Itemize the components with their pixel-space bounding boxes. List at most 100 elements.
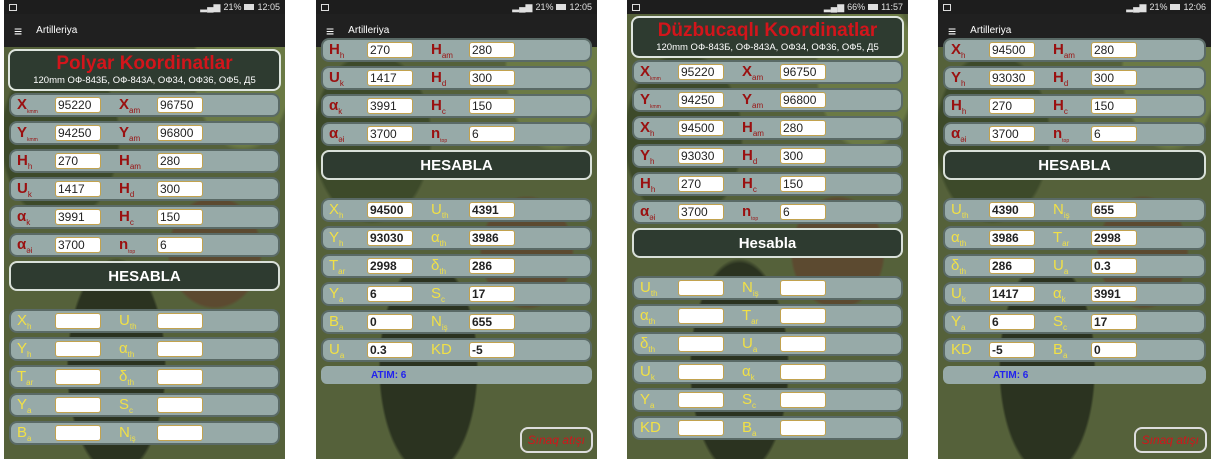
- value-input[interactable]: 3986: [989, 230, 1035, 246]
- value-input[interactable]: 300: [157, 181, 203, 197]
- value-input[interactable]: 280: [1091, 42, 1137, 58]
- calculate-button[interactable]: HESABLA: [9, 261, 280, 291]
- value-input[interactable]: 6: [1091, 126, 1137, 142]
- value-input[interactable]: [780, 336, 826, 352]
- value-input[interactable]: [157, 397, 203, 413]
- value-input[interactable]: 270: [989, 98, 1035, 114]
- value-input[interactable]: 655: [469, 314, 515, 330]
- test-shot-button[interactable]: Sınaq atışı: [519, 427, 593, 453]
- test-shot-button[interactable]: Sınaq atışı: [1133, 427, 1207, 453]
- value-input[interactable]: [780, 364, 826, 380]
- value-input[interactable]: 150: [1091, 98, 1137, 114]
- value-input[interactable]: 6: [367, 286, 413, 302]
- value-input[interactable]: 0: [367, 314, 413, 330]
- value-input[interactable]: -5: [469, 342, 515, 358]
- value-input[interactable]: 3700: [989, 126, 1035, 142]
- value-input[interactable]: 94500: [367, 202, 413, 218]
- value-input[interactable]: 270: [367, 42, 413, 58]
- value-input[interactable]: 1417: [367, 70, 413, 86]
- value-input[interactable]: 3700: [55, 237, 101, 253]
- input-row: Xh Uth: [9, 309, 280, 333]
- value-input[interactable]: 280: [780, 120, 826, 136]
- value-input[interactable]: 96800: [780, 92, 826, 108]
- value-input[interactable]: 2998: [367, 258, 413, 274]
- value-input[interactable]: [157, 341, 203, 357]
- value-input[interactable]: 94250: [55, 125, 101, 141]
- value-input[interactable]: 6: [469, 126, 515, 142]
- value-input[interactable]: 93030: [367, 230, 413, 246]
- value-input[interactable]: 0.3: [1091, 258, 1137, 274]
- value-input[interactable]: [55, 341, 101, 357]
- calculate-button[interactable]: HESABLA: [321, 150, 592, 180]
- value-input[interactable]: 300: [469, 70, 515, 86]
- value-input[interactable]: 3700: [678, 204, 724, 220]
- value-input[interactable]: 6: [989, 314, 1035, 330]
- value-input[interactable]: 93030: [989, 70, 1035, 86]
- value-input[interactable]: 300: [1091, 70, 1137, 86]
- value-input[interactable]: [678, 392, 724, 408]
- value-input[interactable]: 280: [469, 42, 515, 58]
- calculate-button[interactable]: HESABLA: [943, 150, 1206, 180]
- hamburger-menu-icon[interactable]: ≡: [326, 23, 334, 39]
- value-input[interactable]: 94250: [678, 92, 724, 108]
- value-input[interactable]: 3991: [367, 98, 413, 114]
- value-input[interactable]: 17: [469, 286, 515, 302]
- value-input[interactable]: 150: [469, 98, 515, 114]
- value-input[interactable]: 300: [780, 148, 826, 164]
- value-input[interactable]: 280: [157, 153, 203, 169]
- value-input[interactable]: [780, 420, 826, 436]
- value-input[interactable]: 95220: [678, 64, 724, 80]
- value-input[interactable]: [55, 369, 101, 385]
- value-input[interactable]: 96750: [157, 97, 203, 113]
- value-input[interactable]: [780, 280, 826, 296]
- value-input[interactable]: 655: [1091, 202, 1137, 218]
- value-input[interactable]: 3986: [469, 230, 515, 246]
- label-subscript: th: [129, 321, 137, 331]
- value-input[interactable]: 3991: [1091, 286, 1137, 302]
- value-input[interactable]: 6: [780, 204, 826, 220]
- value-input[interactable]: 270: [55, 153, 101, 169]
- label-subscript: h: [27, 349, 32, 359]
- value-input[interactable]: 6: [157, 237, 203, 253]
- value-input[interactable]: [55, 425, 101, 441]
- value-input[interactable]: 1417: [55, 181, 101, 197]
- value-input[interactable]: [157, 369, 203, 385]
- value-input[interactable]: [780, 308, 826, 324]
- value-input[interactable]: 93030: [678, 148, 724, 164]
- value-input[interactable]: 1417: [989, 286, 1035, 302]
- value-input[interactable]: [678, 336, 724, 352]
- value-input[interactable]: 3991: [55, 209, 101, 225]
- value-input[interactable]: [55, 397, 101, 413]
- value-input[interactable]: 17: [1091, 314, 1137, 330]
- value-input[interactable]: 150: [157, 209, 203, 225]
- value-input[interactable]: [157, 425, 203, 441]
- value-input[interactable]: 270: [678, 176, 724, 192]
- hamburger-menu-icon[interactable]: ≡: [14, 23, 22, 39]
- value-input[interactable]: 96750: [780, 64, 826, 80]
- value-input[interactable]: 150: [780, 176, 826, 192]
- label-subscript: kmm: [650, 103, 661, 110]
- value-input[interactable]: [678, 308, 724, 324]
- value-input[interactable]: -5: [989, 342, 1035, 358]
- value-input[interactable]: 94500: [989, 42, 1035, 58]
- value-input[interactable]: 94500: [678, 120, 724, 136]
- value-input[interactable]: 4390: [989, 202, 1035, 218]
- value-input[interactable]: 96800: [157, 125, 203, 141]
- value-input[interactable]: [678, 364, 724, 380]
- value-input[interactable]: 0: [1091, 342, 1137, 358]
- value-input[interactable]: [55, 313, 101, 329]
- value-input[interactable]: [678, 420, 724, 436]
- value-input[interactable]: 95220: [55, 97, 101, 113]
- value-input[interactable]: [780, 392, 826, 408]
- value-input[interactable]: 286: [989, 258, 1035, 274]
- value-input[interactable]: 286: [469, 258, 515, 274]
- value-input[interactable]: 3700: [367, 126, 413, 142]
- value-input[interactable]: 4391: [469, 202, 515, 218]
- value-input[interactable]: 0.3: [367, 342, 413, 358]
- value-input[interactable]: 2998: [1091, 230, 1137, 246]
- hamburger-menu-icon[interactable]: ≡: [948, 23, 956, 39]
- value-input[interactable]: [678, 280, 724, 296]
- calculate-button[interactable]: Hesabla: [632, 228, 903, 258]
- label-subscript: d: [129, 189, 135, 199]
- value-input[interactable]: [157, 313, 203, 329]
